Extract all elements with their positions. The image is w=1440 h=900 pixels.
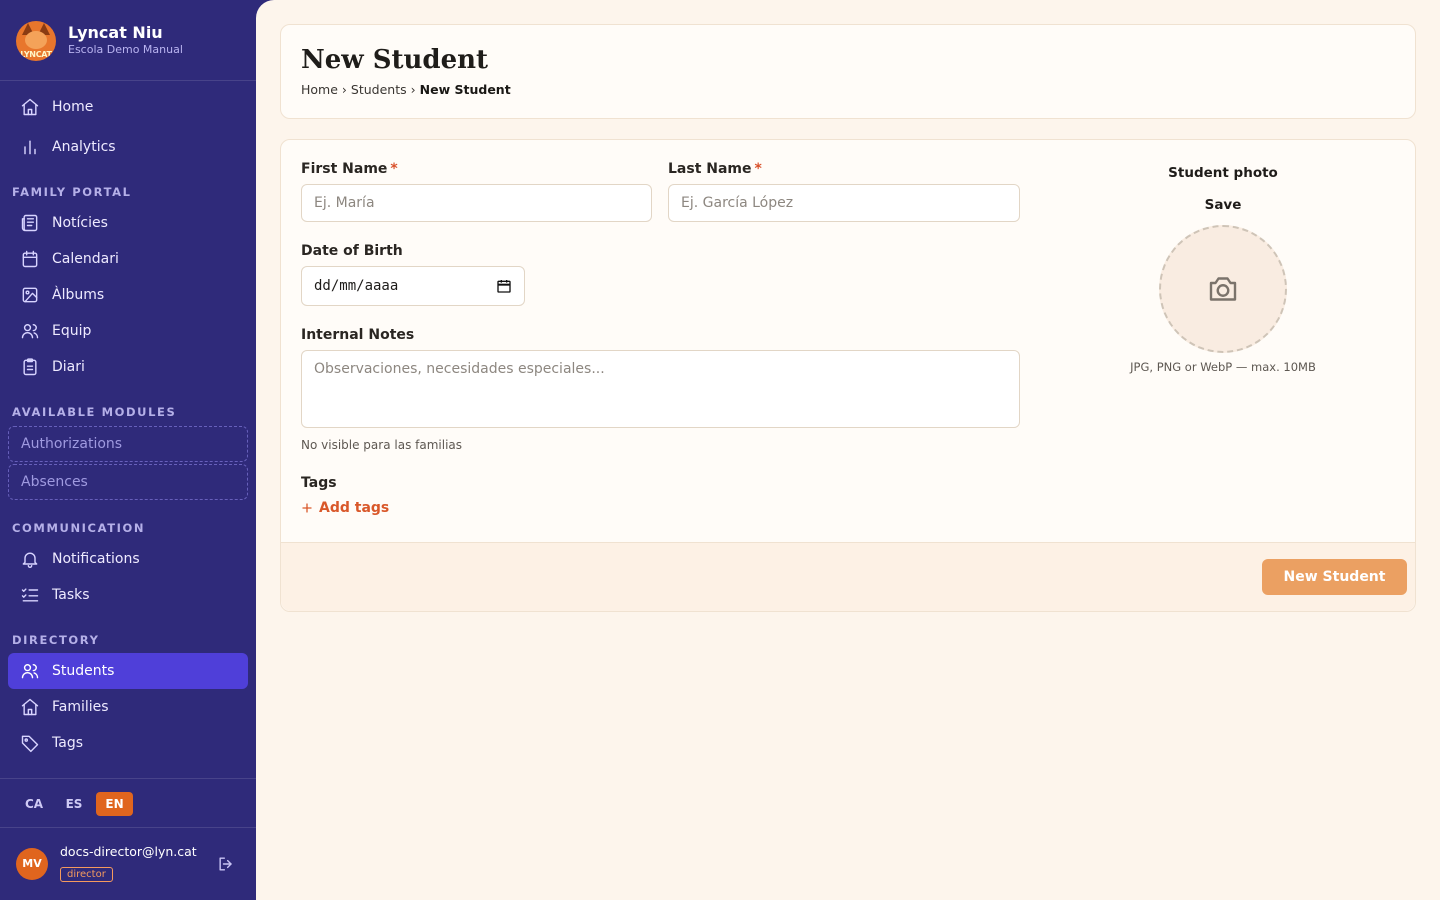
- logout-icon[interactable]: [216, 854, 236, 874]
- sidebar-item-label: Equip: [52, 323, 92, 339]
- tags-label: Tags: [301, 475, 337, 491]
- camera-icon: [1209, 277, 1237, 301]
- sidebar-item-analytics[interactable]: Analytics: [8, 129, 248, 165]
- sidebar-item-albums[interactable]: Àlbums: [8, 277, 248, 313]
- sidebar: LYNCAT Lyncat Niu Escola Demo Manual Hom…: [0, 0, 256, 900]
- sidebar-item-label: Tags: [52, 735, 83, 751]
- sidebar-item-label: Authorizations: [21, 436, 123, 452]
- logo-text: LYNCAT: [20, 50, 52, 59]
- brand-header: LYNCAT Lyncat Niu Escola Demo Manual: [0, 0, 256, 81]
- required-mark: *: [754, 161, 762, 177]
- users-icon: [21, 324, 39, 339]
- page-title: New Student: [301, 45, 489, 75]
- sidebar-item-tags[interactable]: Tags: [8, 725, 248, 761]
- sidebar-item-label: Àlbums: [52, 287, 105, 303]
- lang-en-button[interactable]: EN: [96, 792, 133, 816]
- sidebar-item-noticies[interactable]: Notícies: [8, 205, 248, 241]
- breadcrumb-separator: ›: [410, 82, 416, 97]
- first-name-label-text: First Name: [301, 161, 388, 177]
- last-name-label: Last Name *: [668, 161, 762, 177]
- last-name-label-text: Last Name: [668, 161, 752, 177]
- dob-label: Date of Birth: [301, 243, 403, 259]
- first-name-label: First Name *: [301, 161, 398, 177]
- lyncat-logo[interactable]: LYNCAT: [16, 21, 56, 61]
- app-name: Lyncat Niu: [68, 23, 163, 42]
- form-footer: New Student: [281, 542, 1415, 611]
- notes-label: Internal Notes: [301, 327, 415, 343]
- language-switcher: CA ES EN: [0, 778, 256, 828]
- sidebar-item-families[interactable]: Families: [8, 689, 248, 725]
- add-tags-label: Add tags: [319, 500, 390, 516]
- sidebar-item-label: Diari: [52, 359, 85, 375]
- user-panel: MV docs-director@lyn.cat director: [0, 829, 256, 900]
- add-tags-button[interactable]: Add tags: [301, 500, 389, 516]
- dob-placeholder: dd/mm/aaaa: [314, 278, 399, 294]
- section-label-directory: DIRECTORY: [12, 633, 100, 647]
- calendar-icon: [22, 250, 38, 268]
- notes-help-text: No visible para las familias: [301, 438, 463, 452]
- notes-textarea[interactable]: [301, 350, 1020, 428]
- photo-title: Student photo: [1168, 165, 1278, 181]
- home-icon: [21, 698, 39, 716]
- sidebar-module-authorizations[interactable]: Authorizations: [8, 426, 248, 462]
- user-email: docs-director@lyn.cat: [60, 844, 197, 859]
- sidebar-module-absences[interactable]: Absences: [8, 464, 248, 500]
- student-form-card: First Name* Last Name* Date of Birth dd/…: [280, 139, 1416, 612]
- breadcrumb: Home › Students › New Student: [301, 82, 511, 97]
- main-content: New Student Home › Students › New Studen…: [256, 0, 1440, 900]
- sidebar-item-label: Absences: [21, 474, 88, 490]
- dob-input[interactable]: dd/mm/aaaa: [301, 266, 525, 306]
- sidebar-item-label: Students: [52, 663, 115, 679]
- first-name-input[interactable]: [301, 184, 652, 222]
- photo-hint: JPG, PNG or WebP — max. 10MB: [1130, 360, 1316, 374]
- tag-icon: [21, 735, 39, 753]
- sidebar-item-equip[interactable]: Equip: [8, 313, 248, 349]
- section-label-available-modules: AVAILABLE MODULES: [12, 405, 177, 419]
- sidebar-item-label: Calendari: [52, 251, 119, 267]
- bar-chart-icon: [24, 140, 36, 155]
- sidebar-item-label: Home: [52, 99, 94, 115]
- section-label-family-portal: FAMILY PORTAL: [12, 185, 132, 199]
- page-header-card: New Student Home › Students › New Studen…: [280, 24, 1416, 119]
- required-mark: *: [390, 161, 398, 177]
- calendar-picker-icon[interactable]: [496, 278, 512, 294]
- photo-upload-dropzone[interactable]: [1159, 225, 1287, 353]
- role-badge: director: [60, 867, 113, 882]
- breadcrumb-home-link[interactable]: Home: [301, 82, 338, 97]
- home-icon: [21, 98, 39, 116]
- breadcrumb-students-link[interactable]: Students: [351, 82, 407, 97]
- checklist-icon: [21, 588, 39, 602]
- sidebar-item-calendari[interactable]: Calendari: [8, 241, 248, 277]
- sidebar-item-students[interactable]: Students: [8, 653, 248, 689]
- photo-save-button[interactable]: Save: [1123, 197, 1323, 213]
- image-icon: [22, 287, 38, 303]
- section-label-communication: COMMUNICATION: [12, 521, 146, 535]
- users-icon: [21, 664, 39, 679]
- lang-es-button[interactable]: ES: [60, 792, 88, 816]
- sidebar-item-label: Notícies: [52, 215, 108, 231]
- sidebar-item-diari[interactable]: Diari: [8, 349, 248, 385]
- sidebar-item-label: Families: [52, 699, 109, 715]
- sidebar-item-label: Analytics: [52, 139, 116, 155]
- avatar[interactable]: MV: [16, 848, 48, 880]
- logo-face: [25, 31, 47, 49]
- sidebar-item-label: Tasks: [52, 587, 90, 603]
- sidebar-item-label: Notifications: [52, 551, 140, 567]
- clipboard-icon: [23, 358, 37, 376]
- breadcrumb-current: New Student: [419, 82, 511, 97]
- school-name: Escola Demo Manual: [68, 43, 183, 56]
- last-name-input[interactable]: [668, 184, 1020, 222]
- sidebar-item-home[interactable]: Home: [8, 89, 248, 125]
- breadcrumb-separator: ›: [341, 82, 347, 97]
- plus-icon: [302, 503, 312, 513]
- lang-ca-button[interactable]: CA: [20, 792, 48, 816]
- newspaper-icon: [21, 214, 38, 232]
- new-student-submit-button[interactable]: New Student: [1262, 559, 1407, 595]
- sidebar-item-tasks[interactable]: Tasks: [8, 577, 248, 613]
- sidebar-item-notifications[interactable]: Notifications: [8, 541, 248, 577]
- bell-icon: [22, 552, 38, 568]
